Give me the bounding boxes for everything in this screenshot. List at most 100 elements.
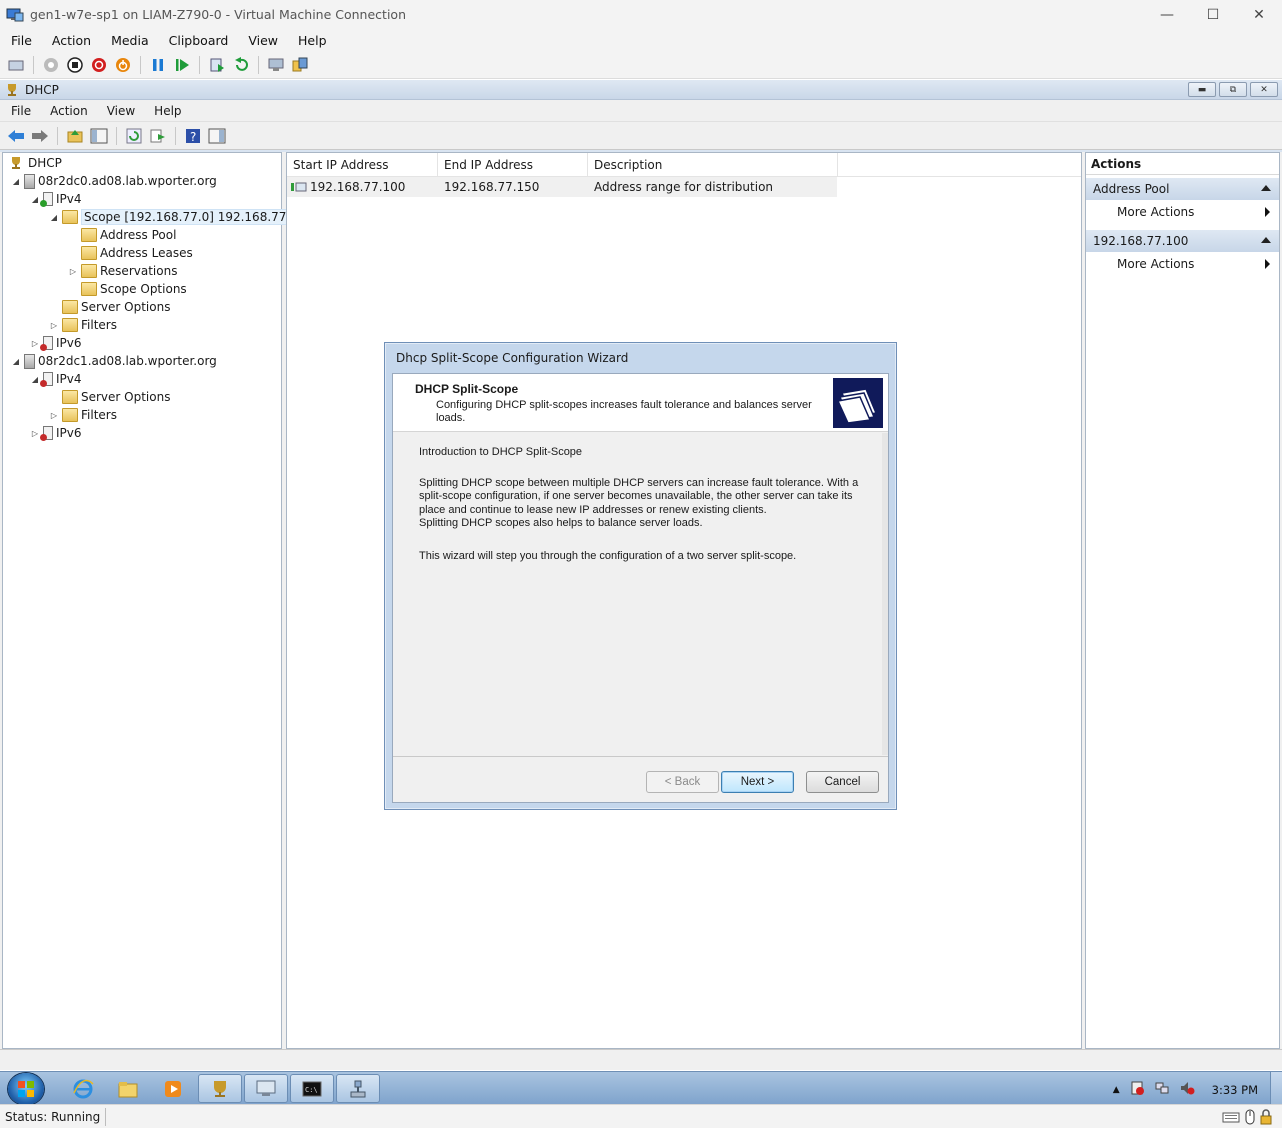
next-button[interactable]: Next > bbox=[721, 771, 794, 793]
taskbar-dhcp[interactable] bbox=[198, 1074, 242, 1103]
show-hidden-icons-icon[interactable]: ▲ bbox=[1113, 1085, 1120, 1095]
refresh-icon[interactable] bbox=[125, 127, 143, 145]
tree-node-reservations[interactable]: ▷ Reservations bbox=[68, 262, 177, 280]
more-actions-address-pool[interactable]: More Actions bbox=[1086, 200, 1279, 224]
back-arrow-icon[interactable] bbox=[7, 127, 25, 145]
dhcp-menu-action[interactable]: Action bbox=[42, 104, 96, 118]
tree-node-ipv6-server1[interactable]: ▷ IPv6 bbox=[30, 334, 82, 352]
network-status-icon[interactable] bbox=[1154, 1080, 1170, 1099]
up-folder-icon[interactable] bbox=[66, 127, 84, 145]
vm-menu-action[interactable]: Action bbox=[43, 33, 100, 48]
tree-node-ipv4-server1[interactable]: ◢ IPv4 bbox=[30, 190, 82, 208]
shutdown-icon[interactable] bbox=[90, 56, 108, 74]
console-tree: DHCP ◢ 08r2dc0.ad08.lab.wporter.org ◢ IP… bbox=[2, 152, 321, 1049]
help-icon[interactable]: ? bbox=[184, 127, 202, 145]
revert-icon[interactable] bbox=[232, 56, 250, 74]
export-list-icon[interactable] bbox=[149, 127, 167, 145]
forward-arrow-icon[interactable] bbox=[31, 127, 49, 145]
taskbar-network[interactable] bbox=[336, 1074, 380, 1103]
tree-node-server-options-1[interactable]: Server Options bbox=[59, 298, 170, 316]
tree-node-scope[interactable]: ◢ Scope [192.168.77.0] 192.168.77.0/24 bbox=[49, 208, 321, 226]
taskbar-explorer[interactable] bbox=[106, 1074, 150, 1103]
tree-node-address-leases[interactable]: Address Leases bbox=[78, 244, 193, 262]
collapse-arrow-icon[interactable]: ◢ bbox=[30, 375, 40, 384]
table-row[interactable]: 192.168.77.100 192.168.77.150 Address ra… bbox=[287, 177, 837, 197]
maximize-button[interactable]: ☐ bbox=[1190, 0, 1236, 29]
more-actions-range[interactable]: More Actions bbox=[1086, 252, 1279, 276]
collapse-up-icon[interactable] bbox=[1261, 185, 1271, 191]
expand-arrow-icon[interactable]: ▷ bbox=[49, 411, 59, 420]
actions-section-address-pool[interactable]: Address Pool bbox=[1086, 178, 1279, 200]
minimize-button[interactable]: — bbox=[1144, 0, 1190, 29]
tree-node-ipv4-server2[interactable]: ◢ IPv4 bbox=[30, 370, 82, 388]
tree-node-dhcp[interactable]: DHCP bbox=[6, 154, 62, 172]
system-tray: ▲ 3:33 PM bbox=[1113, 1080, 1258, 1099]
tree-node-address-pool[interactable]: Address Pool bbox=[78, 226, 176, 244]
tree-label: Reservations bbox=[100, 264, 178, 278]
share-icon[interactable] bbox=[291, 56, 309, 74]
power-icon[interactable] bbox=[114, 56, 132, 74]
tree-node-server-08r2dc0[interactable]: ◢ 08r2dc0.ad08.lab.wporter.org bbox=[11, 172, 217, 190]
checkpoint-icon[interactable] bbox=[208, 56, 226, 74]
expand-arrow-icon[interactable]: ▷ bbox=[68, 267, 78, 276]
actions-section-range[interactable]: 192.168.77.100 bbox=[1086, 230, 1279, 252]
start-icon[interactable] bbox=[42, 56, 60, 74]
tree-label: IPv6 bbox=[56, 336, 82, 350]
dhcp-menu-help[interactable]: Help bbox=[146, 104, 189, 118]
turn-off-icon[interactable] bbox=[66, 56, 84, 74]
ctrl-alt-del-icon[interactable] bbox=[7, 56, 25, 74]
collapse-arrow-icon[interactable]: ◢ bbox=[11, 177, 21, 186]
tree-node-ipv6-server2[interactable]: ▷ IPv6 bbox=[30, 424, 82, 442]
dhcp-close-button[interactable]: ✕ bbox=[1250, 82, 1278, 97]
dhcp-menu-file[interactable]: File bbox=[3, 104, 39, 118]
pause-icon[interactable] bbox=[149, 56, 167, 74]
vm-toolbar bbox=[0, 51, 1282, 79]
tree-node-server-08r2dc1[interactable]: ◢ 08r2dc1.ad08.lab.wporter.org bbox=[11, 352, 217, 370]
tree-node-filters-2[interactable]: ▷ Filters bbox=[49, 406, 117, 424]
collapse-arrow-icon[interactable]: ◢ bbox=[49, 213, 59, 222]
cancel-button[interactable]: Cancel bbox=[806, 771, 879, 793]
expand-arrow-icon[interactable]: ▷ bbox=[49, 321, 59, 330]
column-start-ip[interactable]: Start IP Address bbox=[287, 153, 438, 176]
expand-arrow-icon[interactable]: ▷ bbox=[30, 429, 40, 438]
action-center-icon[interactable] bbox=[1129, 1080, 1145, 1099]
show-hide-tree-icon[interactable] bbox=[90, 127, 108, 145]
vm-menu-media[interactable]: Media bbox=[102, 33, 158, 48]
collapse-arrow-icon[interactable]: ◢ bbox=[11, 357, 21, 366]
dhcp-minimize-button[interactable]: ▬ bbox=[1188, 82, 1216, 97]
collapse-arrow-icon[interactable]: ◢ bbox=[30, 195, 40, 204]
dhcp-menu-view[interactable]: View bbox=[99, 104, 143, 118]
volume-muted-icon[interactable] bbox=[1179, 1080, 1195, 1099]
column-end-ip[interactable]: End IP Address bbox=[438, 153, 588, 176]
command-prompt-icon: C:\ bbox=[302, 1081, 322, 1096]
show-hide-action-pane-icon[interactable] bbox=[208, 127, 226, 145]
dhcp-window-title: DHCP bbox=[25, 82, 59, 97]
tree-label: Filters bbox=[81, 318, 117, 332]
wizard-header-title: DHCP Split-Scope bbox=[415, 382, 519, 396]
vm-menu-view[interactable]: View bbox=[239, 33, 287, 48]
tree-label: Address Leases bbox=[100, 246, 193, 260]
vm-menu-clipboard[interactable]: Clipboard bbox=[160, 33, 238, 48]
back-button[interactable]: < Back bbox=[646, 771, 719, 793]
dhcp-restore-button[interactable]: ⧉ bbox=[1219, 82, 1247, 97]
taskbar-clock[interactable]: 3:33 PM bbox=[1212, 1083, 1258, 1097]
tree-node-filters-1[interactable]: ▷ Filters bbox=[49, 316, 117, 334]
start-button[interactable] bbox=[8, 1073, 44, 1105]
vm-menu-help[interactable]: Help bbox=[289, 33, 336, 48]
enhanced-session-icon[interactable] bbox=[267, 56, 285, 74]
close-button[interactable]: ✕ bbox=[1236, 0, 1282, 29]
expand-arrow-icon[interactable]: ▷ bbox=[30, 339, 40, 348]
collapse-up-icon[interactable] bbox=[1261, 237, 1271, 243]
tree-node-scope-options[interactable]: Scope Options bbox=[78, 280, 187, 298]
wizard-scrollbar[interactable] bbox=[882, 433, 888, 755]
taskbar-ie[interactable] bbox=[61, 1074, 105, 1103]
vm-menu-file[interactable]: File bbox=[2, 33, 41, 48]
resume-icon[interactable] bbox=[173, 56, 191, 74]
show-desktop-button[interactable] bbox=[1270, 1072, 1282, 1105]
column-description[interactable]: Description bbox=[588, 153, 838, 176]
taskbar-command-prompt[interactable]: C:\ bbox=[290, 1074, 334, 1103]
vm-menu-bar: File Action Media Clipboard View Help bbox=[0, 29, 1282, 51]
taskbar-media-player[interactable] bbox=[151, 1074, 195, 1103]
taskbar-server-manager[interactable] bbox=[244, 1074, 288, 1103]
tree-node-server-options-2[interactable]: Server Options bbox=[59, 388, 170, 406]
